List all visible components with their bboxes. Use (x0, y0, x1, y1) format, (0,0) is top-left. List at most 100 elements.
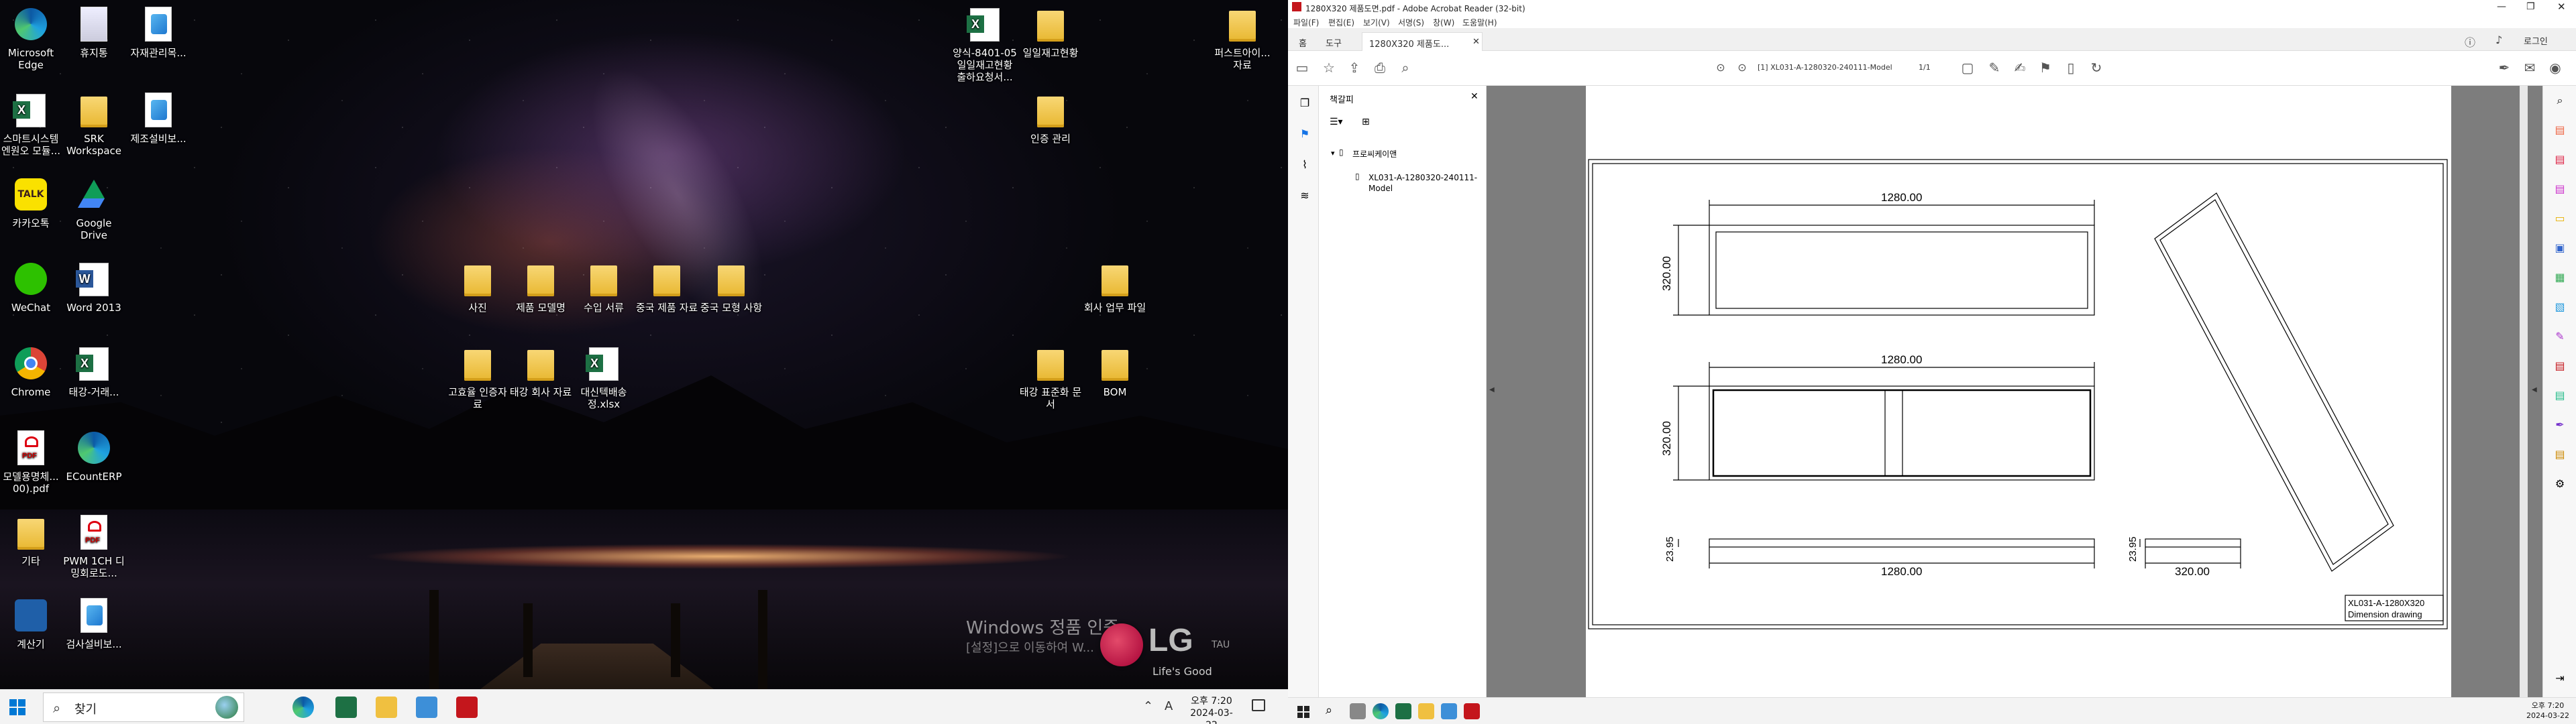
desktop-icon-daily-inventory[interactable]: 일일재고현황 (1018, 4, 1083, 59)
desktop-icon-wechat[interactable]: WeChat (0, 259, 63, 314)
highlight-icon[interactable]: ✍ (2011, 59, 2029, 76)
minimize-icon[interactable]: — (2497, 1, 2506, 12)
taskbar-search[interactable]: ⌕ 찾기 (43, 692, 244, 722)
bookmark-child[interactable]: XL031-A-1280320-240111-Model (1368, 172, 1483, 194)
taskbar-clock[interactable]: 오후 7:20 2024-03-22 (2522, 701, 2573, 721)
taskbar-acrobat-icon[interactable] (456, 697, 478, 718)
search-icon[interactable]: ⌕ (1326, 703, 1332, 717)
pen-icon[interactable]: ✎ (1986, 59, 2003, 76)
desktop-icon-srk[interactable]: SRK Workspace (62, 90, 126, 157)
expand-icon[interactable]: ▾ (1331, 149, 1335, 158)
menu-help[interactable]: 도움말(H) (1462, 17, 1497, 28)
collapse-right-icon[interactable]: ◀ (2532, 386, 2537, 394)
taskbar-explorer-icon[interactable] (376, 697, 397, 718)
desktop-icon-bom[interactable]: BOM (1083, 343, 1147, 398)
menu-file[interactable]: 파일(F) (1293, 17, 1319, 28)
start-icon[interactable] (1297, 706, 1309, 718)
desktop-icon-model-names[interactable]: 제품 모델명 (508, 259, 573, 314)
create-pdf-icon[interactable]: ▤ (2552, 152, 2568, 168)
desktop-icon-chrome[interactable]: Chrome (0, 343, 63, 398)
new-bookmark-icon[interactable]: ⊞ (1362, 117, 1370, 127)
close-icon[interactable]: ✕ (2557, 1, 2566, 13)
desktop-icon-form-8401[interactable]: X 양식-8401-05 일일재고현황 출하요청서... (953, 4, 1017, 83)
stamp-icon[interactable]: ⚑ (2037, 59, 2054, 76)
sign-tool-icon[interactable]: ✒ (2552, 417, 2568, 433)
organize-icon[interactable]: ▦ (2552, 269, 2568, 286)
delete-icon[interactable]: ▯ (2062, 59, 2080, 76)
desktop-icon-company-work[interactable]: 회사 업무 파일 (1083, 259, 1147, 314)
bookmark-options-icon[interactable]: ☰▾ (1330, 117, 1343, 127)
page-up-icon[interactable]: ⊙ (1712, 59, 1729, 76)
notification-icon[interactable] (1252, 699, 1265, 711)
desktop-icon-standard-docs[interactable]: 태강 표준화 문서 (1018, 343, 1083, 410)
send-icon[interactable]: ▤ (2552, 387, 2568, 404)
comment-icon[interactable]: ▢ (1959, 59, 1976, 76)
taskbar-app-icon[interactable] (416, 697, 437, 718)
pages-icon[interactable]: ❐ (1297, 95, 1313, 111)
create-icon[interactable]: ▭ (1293, 59, 1311, 76)
desktop-icon-materials[interactable]: 자재관리목... (126, 4, 191, 59)
taskbar-excel-icon[interactable] (335, 697, 357, 718)
print-icon[interactable]: ⎙ (1371, 59, 1389, 76)
vertical-scrollbar[interactable] (2520, 86, 2528, 697)
desktop-icon-etc[interactable]: 기타 (0, 512, 63, 567)
desktop-icon-word[interactable]: W Word 2013 (62, 259, 126, 314)
search-icon[interactable]: ⌕ (1397, 59, 1414, 76)
upload-icon[interactable]: ⇪ (1346, 59, 1363, 76)
export-pdf-icon[interactable]: ▤ (2552, 122, 2568, 138)
bookmark-root[interactable]: 프로씨케이앤 (1352, 148, 1397, 160)
desktop-icon-edge[interactable]: Microsoft Edge (0, 4, 63, 71)
desktop-icon-inspection[interactable]: 검사설비보... (62, 595, 126, 650)
protect-icon[interactable]: ▤ (2552, 358, 2568, 374)
taskbar-edge-icon[interactable] (292, 697, 314, 718)
collapse-left-icon[interactable]: ◀ (1489, 386, 1495, 394)
sign-icon[interactable]: ✒ (2496, 59, 2513, 76)
menu-view[interactable]: 보기(V) (1363, 17, 1390, 28)
desktop-icon-import-docs[interactable]: 수입 서류 (572, 259, 636, 314)
desktop-icon-pwm-pdf[interactable]: PDF PWM 1CH 디밍회로도... (62, 512, 126, 579)
desktop-icon-model-pdf[interactable]: PDF 모델용명체... 00).pdf (0, 428, 63, 495)
attachment-icon[interactable]: ⌇ (1297, 157, 1313, 173)
desktop-icon-company-docs[interactable]: 태강 회사 자료 (508, 343, 573, 398)
desktop-icon-kakaotalk[interactable]: TALK 카카오톡 (0, 174, 63, 229)
tab-document[interactable]: 1280X320 제품도... ✕ (1362, 32, 1483, 51)
login-button[interactable]: 로그인 (2524, 34, 2548, 47)
desktop-icon-china-model[interactable]: 중국 모형 사항 (699, 259, 763, 314)
desktop-icon-recycle-bin[interactable]: 휴지통 (62, 4, 126, 59)
desktop-icon-certification[interactable]: 인증 관리 (1018, 90, 1083, 145)
zoom-icon[interactable]: ⌕ (2552, 93, 2568, 109)
taskbar-explorer-icon[interactable] (1418, 703, 1434, 719)
ime-indicator[interactable]: A (1165, 699, 1173, 713)
start-icon[interactable] (9, 699, 25, 715)
account-icon[interactable]: ◉ (2546, 59, 2564, 76)
maximize-icon[interactable]: ❐ (2526, 1, 2535, 12)
desktop-icon-ecount[interactable]: ECountERP (62, 428, 126, 483)
desktop-icon-taegang[interactable]: X 태강-거래... (62, 343, 126, 398)
bookmark-icon[interactable]: ⚑ (1297, 126, 1313, 142)
bell-icon[interactable]: ♪ (2496, 34, 2502, 46)
menu-sign[interactable]: 서명(S) (1398, 17, 1424, 28)
desktop-icon-first-eye[interactable]: 퍼스트아이... 자료 (1210, 4, 1275, 71)
more-tools-icon[interactable]: ⚙ (2552, 476, 2568, 492)
scan-icon[interactable]: ▧ (2552, 299, 2568, 315)
desktop-icon-shipping-xlsx[interactable]: X 대신텍배송정.xlsx (572, 343, 636, 410)
desktop-icon-manufacturing[interactable]: 제조설비보... (126, 90, 191, 145)
layers-icon[interactable]: ≋ (1297, 188, 1313, 204)
compare-icon[interactable]: ▤ (2552, 446, 2568, 463)
taskbar-clock[interactable]: 오후 7:20 2024-03-22 (1185, 695, 1238, 724)
desktop-icon-calculator[interactable]: 계산기 (0, 595, 63, 650)
tab-tools[interactable]: 도구 (1319, 32, 1348, 51)
comment-tool-icon[interactable]: ▭ (2552, 210, 2568, 227)
mail-icon[interactable]: ✉ (2521, 59, 2538, 76)
fill-sign-icon[interactable]: ✎ (2552, 328, 2568, 345)
desktop-icon-high-efficiency[interactable]: 고효율 인증자료 (445, 343, 510, 410)
menu-edit[interactable]: 편집(E) (1328, 17, 1354, 28)
taskbar-excel-icon[interactable] (1395, 703, 1411, 719)
chevron-up-icon[interactable]: ⌃ (1143, 699, 1153, 713)
desktop-icon-google-drive[interactable]: Google Drive (62, 174, 126, 241)
tab-close-icon[interactable]: ✕ (1472, 37, 1480, 47)
page-down-icon[interactable]: ⊙ (1733, 59, 1751, 76)
menu-window[interactable]: 창(W) (1433, 17, 1454, 28)
tab-home[interactable]: 홈 (1292, 32, 1313, 51)
taskbar-edge-icon[interactable] (1373, 703, 1389, 719)
